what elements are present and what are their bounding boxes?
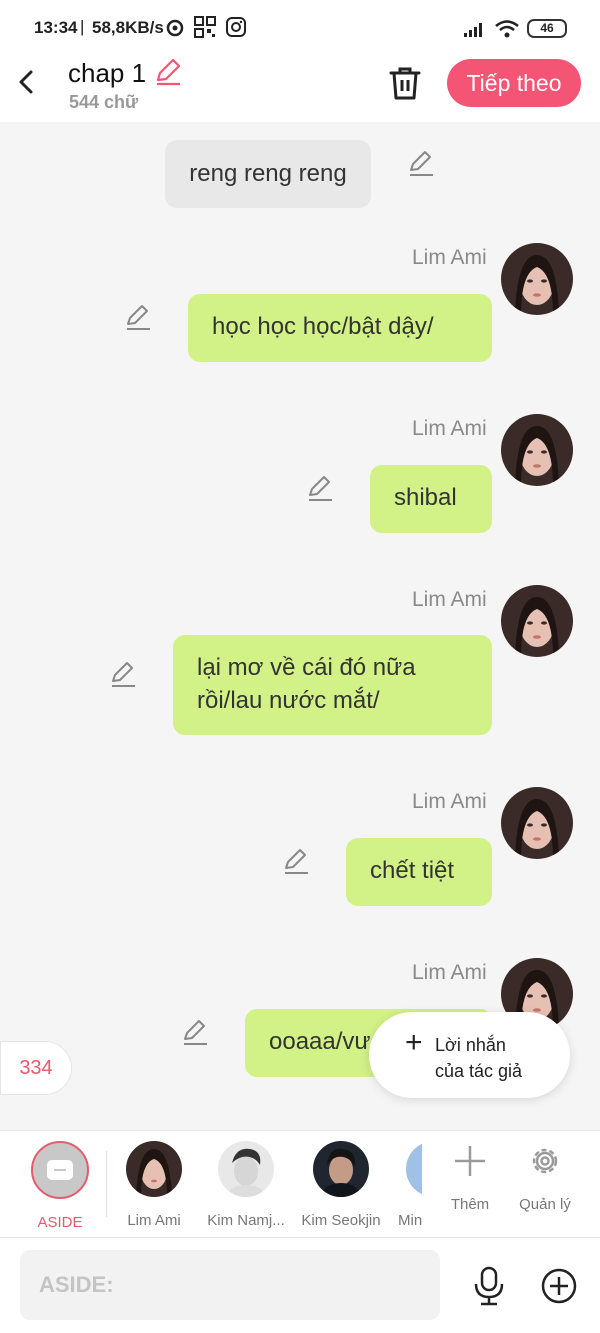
- sync-icon: [166, 19, 184, 37]
- input-bar: [0, 1237, 600, 1333]
- speaker-name: Lim Ami: [412, 417, 487, 440]
- speaker-name: Lim Ami: [412, 246, 487, 269]
- character-label: Kim Seokjin: [301, 1212, 381, 1229]
- instagram-icon: [226, 17, 246, 37]
- chapter-title[interactable]: chap 1: [68, 58, 146, 89]
- status-separator: |: [80, 17, 85, 36]
- character-avatar[interactable]: [501, 243, 573, 315]
- speaker-name: Lim Ami: [412, 790, 487, 813]
- gear-icon: [532, 1148, 558, 1174]
- microphone-button[interactable]: [472, 1266, 506, 1306]
- message-bubble[interactable]: học học học/bật dậy/: [188, 294, 492, 362]
- status-net-speed: 58,8KB/s: [92, 18, 164, 37]
- battery-indicator: 46: [527, 19, 567, 38]
- character-avatar[interactable]: [501, 414, 573, 486]
- plus-icon: +: [405, 1026, 423, 1059]
- add-label: Thêm: [450, 1196, 490, 1213]
- author-note-line: của tác giả: [435, 1061, 523, 1081]
- character-label: Kim Namj...: [207, 1212, 285, 1229]
- chapter-header: chap 1 544 chữ Tiếp theo: [0, 56, 600, 122]
- character-bar: ASIDE Lim Ami Kim Namj... Kim Seokjin Mi…: [0, 1130, 600, 1237]
- edit-message-icon[interactable]: [305, 473, 335, 503]
- character-label: Lim Ami: [127, 1212, 181, 1229]
- message-input[interactable]: [20, 1250, 440, 1320]
- character-kim-seokjin[interactable]: Kim Seokjin: [296, 1141, 386, 1229]
- chat-area[interactable]: reng reng reng Lim Ami học học học/bật d…: [0, 122, 600, 1130]
- signal-icon: [464, 23, 482, 37]
- character-avatar: [218, 1141, 274, 1197]
- word-count-badge[interactable]: 334: [0, 1041, 72, 1095]
- comment-icon: [47, 1160, 73, 1180]
- message-bubble[interactable]: shibal: [370, 465, 492, 533]
- status-time: 13:34: [34, 18, 78, 37]
- character-avatar: [313, 1141, 369, 1197]
- character-avatar: [406, 1141, 422, 1197]
- character-avatar[interactable]: [501, 787, 573, 859]
- message-bubble[interactable]: lại mơ về cái đó nữa rồi/lau nước mắt/: [173, 635, 492, 735]
- character-label: Min: [398, 1212, 422, 1229]
- next-button[interactable]: Tiếp theo: [447, 59, 581, 107]
- character-avatar[interactable]: [501, 585, 573, 657]
- message-line: lại mơ về cái đó nữa: [197, 654, 416, 681]
- manage-button[interactable]: Quản lý: [514, 1143, 576, 1213]
- edit-message-icon[interactable]: [406, 148, 436, 178]
- speaker-name: Lim Ami: [412, 588, 487, 611]
- narration-bubble[interactable]: reng reng reng: [165, 140, 371, 208]
- author-note-line: Lời nhắn: [435, 1035, 506, 1055]
- qr-icon: [194, 16, 216, 38]
- manage-label: Quản lý: [519, 1196, 571, 1213]
- speaker-name: Lim Ami: [412, 961, 487, 984]
- edit-title-icon[interactable]: [154, 58, 182, 86]
- wifi-icon: [495, 20, 519, 38]
- author-note-button[interactable]: + Lời nhắn của tác giả: [369, 1012, 570, 1098]
- add-button[interactable]: [540, 1267, 578, 1305]
- plus-icon: [455, 1146, 485, 1176]
- character-lim-ami[interactable]: Lim Ami: [109, 1141, 199, 1229]
- back-button[interactable]: [14, 66, 42, 98]
- add-character-button[interactable]: Thêm: [440, 1143, 500, 1213]
- aside-avatar: [31, 1141, 89, 1199]
- edit-message-icon[interactable]: [180, 1017, 210, 1047]
- edit-message-icon[interactable]: [281, 846, 311, 876]
- edit-message-icon[interactable]: [108, 659, 138, 689]
- status-bar: 13:34 | 58,8KB/s 46: [0, 0, 600, 56]
- character-avatar: [126, 1141, 182, 1197]
- word-count: 544 chữ: [69, 92, 139, 112]
- character-min[interactable]: Min: [392, 1141, 422, 1229]
- message-line: rồi/lau nước mắt/: [197, 687, 380, 714]
- character-aside[interactable]: ASIDE: [15, 1141, 105, 1231]
- divider: [106, 1151, 107, 1217]
- message-bubble[interactable]: chết tiệt: [346, 838, 492, 906]
- delete-button[interactable]: [387, 64, 423, 102]
- character-label: ASIDE: [37, 1214, 83, 1231]
- character-kim-namjoon[interactable]: Kim Namj...: [201, 1141, 291, 1229]
- edit-message-icon[interactable]: [123, 302, 153, 332]
